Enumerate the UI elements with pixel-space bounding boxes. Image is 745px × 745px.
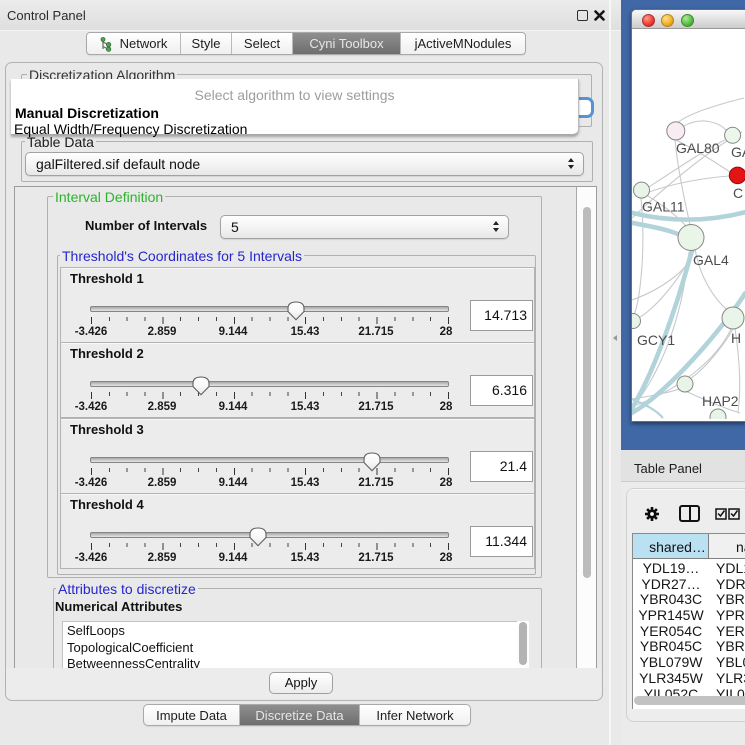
svg-text:GAL11: GAL11 (642, 199, 685, 215)
svg-text:GAL80: GAL80 (676, 140, 720, 156)
svg-text:GCY1: GCY1 (637, 332, 675, 348)
svg-text:GA: GA (731, 144, 745, 160)
svg-text:HAP2: HAP2 (702, 393, 739, 409)
svg-text:H: H (731, 330, 741, 346)
svg-text:C: C (733, 185, 743, 201)
svg-text:GAL4: GAL4 (693, 252, 729, 268)
